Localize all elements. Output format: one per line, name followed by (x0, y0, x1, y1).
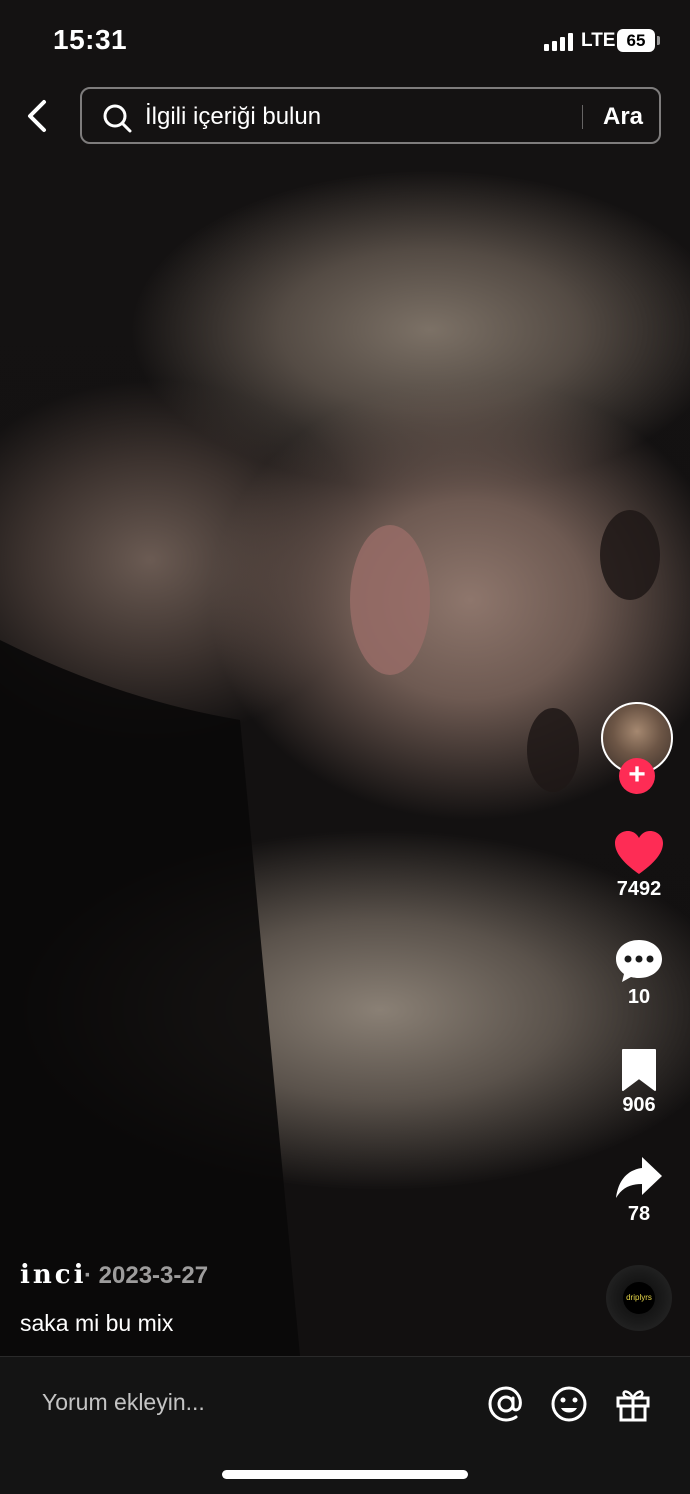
share-count: 78 (627, 1203, 651, 1225)
bookmark-icon (622, 1049, 656, 1091)
battery-level: 65 (617, 29, 655, 52)
post-caption: saka mi bu mix (20, 1310, 174, 1336)
heart-icon (615, 831, 663, 874)
emoji-icon[interactable] (550, 1385, 588, 1423)
plus-icon: + (628, 758, 646, 791)
disc-label: driplyrs (623, 1282, 655, 1314)
post-date: · 2023-3-27 (84, 1262, 209, 1289)
status-time: 15:31 (53, 24, 128, 55)
save-count: 906 (622, 1094, 656, 1116)
share-icon (616, 1157, 662, 1198)
battery-icon (657, 36, 660, 45)
video-frame[interactable] (0, 0, 690, 1356)
search-input[interactable]: İlgili içeriği bulun (145, 103, 321, 131)
at-icon[interactable] (487, 1385, 525, 1423)
like-count: 7492 (616, 878, 662, 900)
author-name[interactable]: inci (20, 1260, 87, 1290)
back-button[interactable] (20, 98, 56, 134)
comment-input[interactable]: Yorum ekleyin... (42, 1389, 205, 1416)
music-disc[interactable]: driplyrs (606, 1265, 672, 1331)
search-bar[interactable]: İlgili içeriği bulun Ara (80, 87, 661, 144)
follow-button[interactable]: + (619, 758, 655, 794)
like-button[interactable]: 7492 (598, 830, 680, 901)
search-icon (103, 104, 132, 133)
search-divider (582, 105, 583, 129)
back-icon (28, 100, 46, 132)
video-content (0, 510, 660, 1356)
comment-button[interactable]: 10 (598, 938, 680, 1009)
network-type: LTE (581, 30, 616, 51)
status-bar: 15:31 LTE 65 (0, 0, 690, 80)
search-button[interactable]: Ara (603, 103, 643, 131)
signal-icon (544, 33, 573, 51)
share-button[interactable]: 78 (598, 1155, 680, 1226)
home-indicator[interactable] (222, 1470, 468, 1479)
comment-count: 10 (627, 986, 651, 1008)
save-button[interactable]: 906 (598, 1048, 680, 1117)
comment-icon (616, 940, 662, 982)
gift-icon[interactable] (614, 1385, 652, 1423)
